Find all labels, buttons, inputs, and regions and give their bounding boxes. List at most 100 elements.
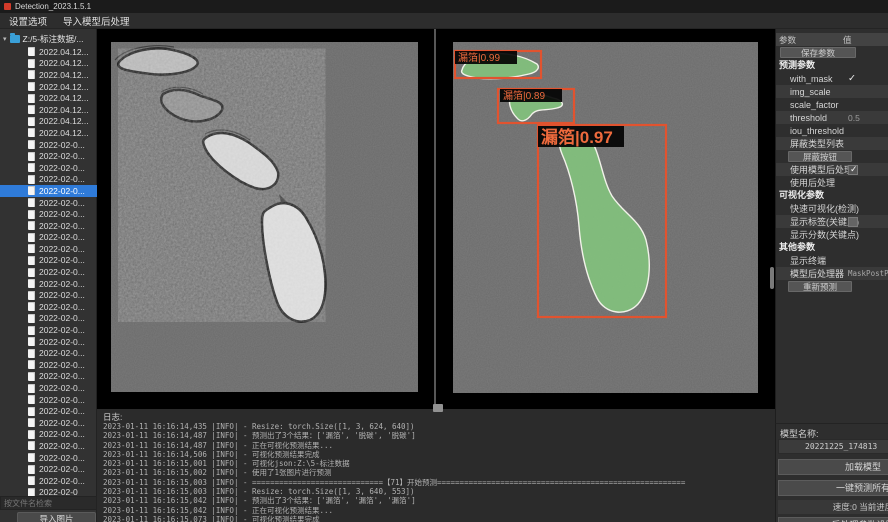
title-bar: Detection_2023.1.5.1	[0, 0, 888, 13]
tree-file-item[interactable]: 2022-02-0...	[0, 382, 97, 394]
param-row: 快速可视化(检测)	[776, 202, 888, 215]
tree-file-item[interactable]: 2022-02-0...	[0, 371, 97, 383]
save-params-button[interactable]: 保存参数	[780, 47, 856, 58]
param-row: with_mask✓	[776, 72, 888, 85]
tree-file-item[interactable]: 2022-02-0...	[0, 266, 97, 278]
file-name: 2022.04.12...	[39, 58, 89, 68]
log-line: 2023-01-11 16:16:14,506 |INFO| - 可视化预测结果…	[103, 450, 775, 459]
param-action-button[interactable]: 重新预测	[788, 281, 852, 292]
tree-file-item[interactable]: 2022-02-0...	[0, 255, 97, 267]
tree-file-item[interactable]: 2022-02-0...	[0, 405, 97, 417]
file-icon	[28, 128, 35, 137]
tree-file-item[interactable]: 2022-02-0...	[0, 429, 97, 441]
file-icon	[28, 186, 35, 195]
chevron-down-icon[interactable]: ▾	[3, 35, 7, 43]
tree-file-item[interactable]: 2022-02-0...	[0, 475, 97, 487]
file-list: 2022.04.12...2022.04.12...2022.04.12...2…	[0, 46, 97, 496]
prediction-image[interactable]: 漏箔|0.99 漏箔|0.89 漏箔|0.97	[453, 42, 758, 393]
param-label: 显示标签(关键点)	[776, 215, 859, 228]
log-panel[interactable]: 日志: 2023-01-11 16:16:14,435 |INFO| - Res…	[97, 409, 775, 522]
model-name-field[interactable]: 20221225_174813	[778, 439, 888, 454]
param-row: 模型后处理器MaskPostProc	[776, 267, 888, 280]
file-icon	[28, 117, 35, 126]
tree-file-item[interactable]: 2022-02-0...	[0, 185, 97, 197]
tree-file-item[interactable]: 2022-02-0...	[0, 208, 97, 220]
param-value: ✓	[848, 73, 856, 84]
tree-file-item[interactable]: 2022-02-0...	[0, 359, 97, 371]
log-line: 2023-01-11 16:16:15,002 |INFO| - 使用了1张图片…	[103, 468, 775, 477]
file-icon	[28, 244, 35, 253]
tree-file-item[interactable]: 2022.04.12...	[0, 46, 97, 58]
menu-settings[interactable]: 设置选项	[9, 14, 47, 28]
import-image-button[interactable]: 导入图片	[17, 512, 96, 522]
param-action-button[interactable]: 屏蔽按钮	[788, 151, 852, 162]
tree-file-item[interactable]: 2022-02-0...	[0, 243, 97, 255]
tree-file-item[interactable]: 2022-02-0...	[0, 394, 97, 406]
tree-file-item[interactable]: 2022.04.12...	[0, 104, 97, 116]
predict-all-button[interactable]: 一键预测所有	[778, 480, 888, 496]
tree-file-item[interactable]: 2022.04.12...	[0, 127, 97, 139]
file-icon	[28, 268, 35, 277]
horizontal-splitter-handle[interactable]	[433, 404, 443, 412]
tree-file-item[interactable]: 2022-02-0...	[0, 463, 97, 475]
file-name: 2022-02-0...	[39, 360, 85, 370]
tree-file-item[interactable]: 2022-02-0...	[0, 452, 97, 464]
file-icon	[28, 372, 35, 381]
panel-divider[interactable]	[434, 29, 436, 409]
file-icon	[28, 476, 35, 485]
tree-file-item[interactable]: 2022.04.12...	[0, 116, 97, 128]
file-name: 2022-02-0...	[39, 279, 85, 289]
menu-import-model-postprocess[interactable]: 导入模型后处理	[63, 14, 130, 28]
param-row: 重新预测	[776, 280, 888, 293]
file-icon	[28, 395, 35, 404]
file-name: 2022-02-0...	[39, 221, 85, 231]
tree-file-item[interactable]: 2022-02-0...	[0, 232, 97, 244]
file-icon	[28, 82, 35, 91]
filename-search-input[interactable]	[0, 496, 97, 510]
tree-root-folder[interactable]: ▾ Z:/5-标注数据/...	[0, 33, 97, 45]
file-name: 2022.04.12...	[39, 70, 89, 80]
file-icon	[28, 59, 35, 68]
file-name: 2022.04.12...	[39, 105, 89, 115]
tree-file-item[interactable]: 2022-02-0...	[0, 162, 97, 174]
tree-file-item[interactable]: 2022.04.12...	[0, 92, 97, 104]
tree-file-item[interactable]: 2022-02-0...	[0, 347, 97, 359]
tree-file-item[interactable]: 2022.04.12...	[0, 69, 97, 81]
param-checkbox[interactable]	[848, 165, 858, 175]
file-icon	[28, 360, 35, 369]
tree-file-item[interactable]: 2022-02-0...	[0, 278, 97, 290]
param-checkbox[interactable]	[848, 217, 858, 227]
tree-file-item[interactable]: 2022-02-0...	[0, 336, 97, 348]
tree-root-label: Z:/5-标注数据/...	[23, 33, 84, 45]
file-tree-panel: ▾ Z:/5-标注数据/... 2022.04.12...2022.04.12.…	[0, 29, 97, 522]
tree-file-item[interactable]: 2022-02-0...	[0, 324, 97, 336]
file-name: 2022-02-0...	[39, 186, 85, 196]
tree-file-item[interactable]: 2022-02-0...	[0, 440, 97, 452]
tree-file-item[interactable]: 2022-02-0...	[0, 301, 97, 313]
tree-file-item[interactable]: 2022-02-0...	[0, 313, 97, 325]
app-window: Detection_2023.1.5.1 设置选项 导入模型后处理 ▾ Z:/5…	[0, 0, 888, 522]
model-panel: 模型名称: 20221225_174813 加载模型 一键预测所有 速度:0 当…	[775, 423, 888, 522]
tree-file-item[interactable]: 2022-02-0...	[0, 220, 97, 232]
file-icon	[28, 453, 35, 462]
vertical-splitter-handle[interactable]	[770, 267, 774, 289]
tree-file-item[interactable]: 2022-02-0...	[0, 289, 97, 301]
tree-file-item[interactable]: 2022-02-0	[0, 487, 97, 496]
tree-file-item[interactable]: 2022.04.12...	[0, 81, 97, 93]
load-model-button[interactable]: 加载模型	[778, 459, 888, 475]
file-name: 2022.04.12...	[39, 93, 89, 103]
tree-file-item[interactable]: 2022-02-0...	[0, 174, 97, 186]
image-canvas: 漏箔|0.99 漏箔|0.89 漏箔|0.97	[97, 29, 775, 409]
tree-file-item[interactable]: 2022-02-0...	[0, 139, 97, 151]
tree-file-item[interactable]: 2022.04.12...	[0, 58, 97, 70]
file-name: 2022.04.12...	[39, 47, 89, 57]
tree-file-item[interactable]: 2022-02-0...	[0, 417, 97, 429]
original-image[interactable]	[111, 42, 418, 392]
param-row: 屏蔽按钮	[776, 150, 888, 163]
file-name: 2022-02-0...	[39, 371, 85, 381]
tree-file-item[interactable]: 2022-02-0...	[0, 197, 97, 209]
param-row: threshold0.5	[776, 111, 888, 124]
log-line: 2023-01-11 16:16:15,003 |INFO| - Resize:…	[103, 487, 775, 496]
tree-file-item[interactable]: 2022-02-0...	[0, 150, 97, 162]
postprocess-params-button[interactable]: 后处理参数设置	[778, 517, 888, 522]
